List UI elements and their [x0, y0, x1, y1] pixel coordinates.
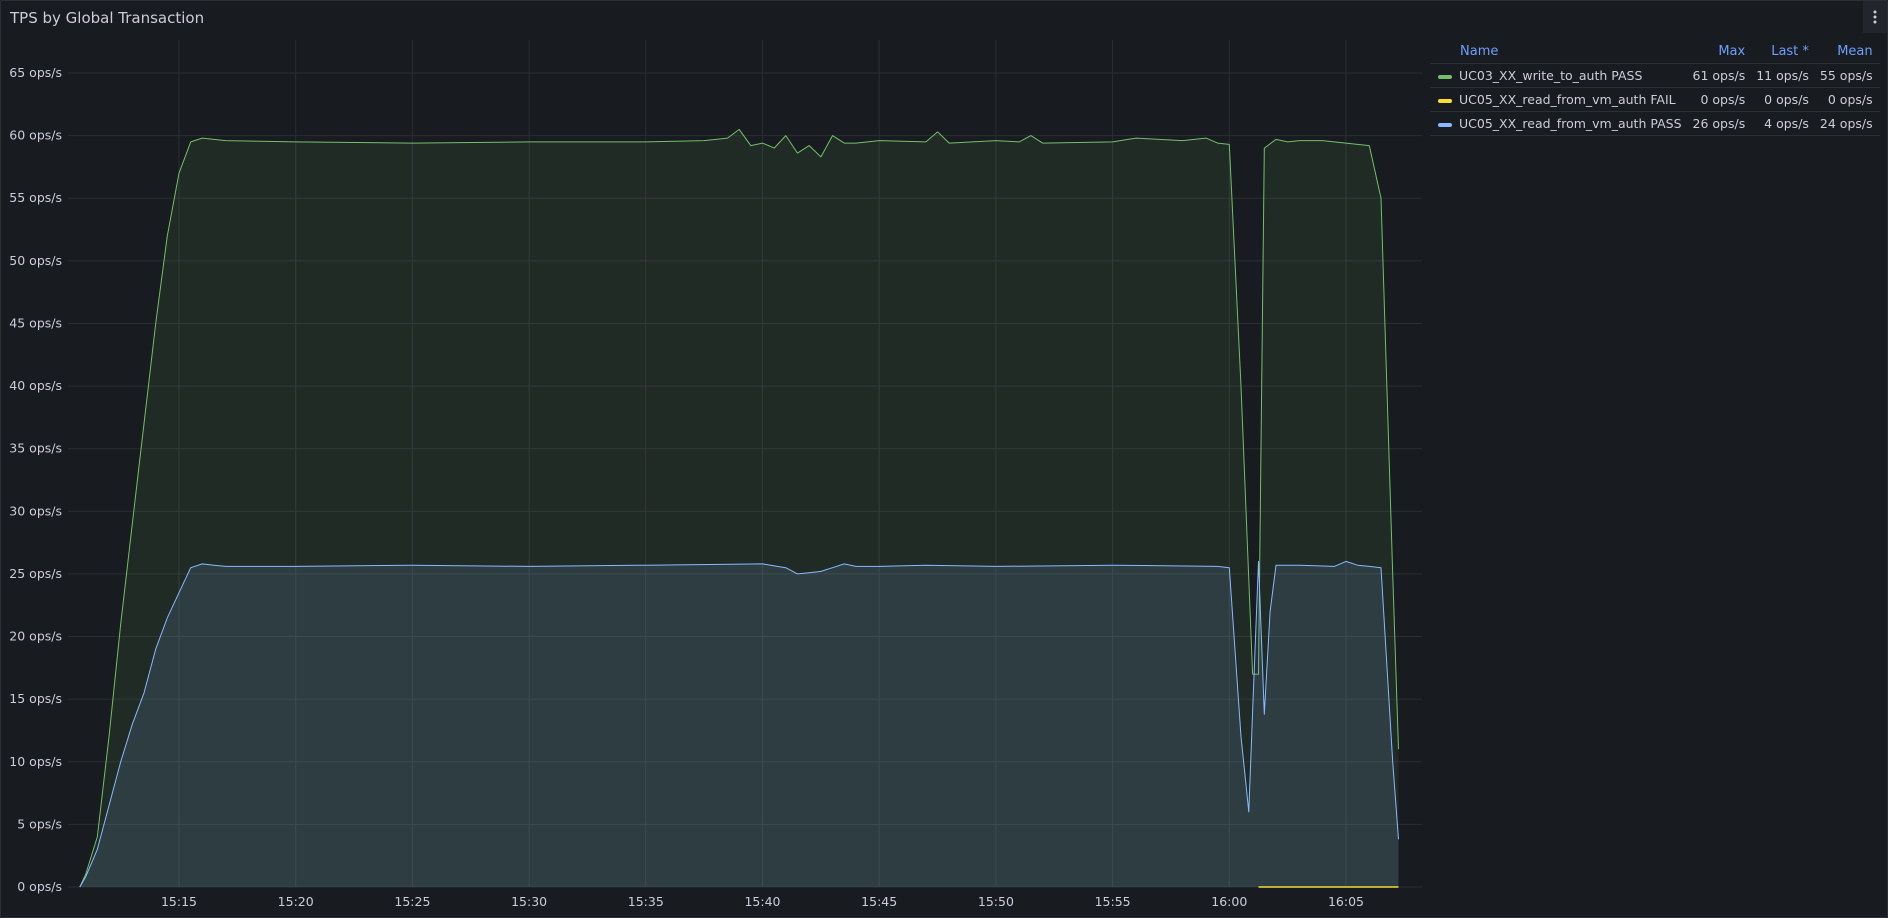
- x-tick-label: 15:35: [628, 894, 664, 909]
- x-tick-label: 15:15: [161, 894, 197, 909]
- x-tick-label: 15:30: [511, 894, 547, 909]
- x-tick-label: 15:25: [394, 894, 430, 909]
- legend-header-last[interactable]: Last *: [1752, 40, 1816, 64]
- x-tick-label: 15:50: [978, 894, 1014, 909]
- y-tick-label: 25 ops/s: [9, 566, 62, 581]
- y-tick-label: 40 ops/s: [9, 378, 62, 393]
- legend-row[interactable]: UC05_XX_read_from_vm_auth FAIL 0 ops/s 0…: [1430, 87, 1880, 112]
- x-tick-label: 16:05: [1328, 894, 1364, 909]
- legend-header-max[interactable]: Max: [1688, 40, 1753, 64]
- legend-max-value: 0 ops/s: [1688, 87, 1753, 112]
- legend-series-label: UC03_XX_write_to_auth PASS: [1459, 68, 1643, 83]
- series-area: [79, 561, 1399, 887]
- y-tick-label: 10 ops/s: [9, 754, 62, 769]
- y-tick-label: 20 ops/s: [9, 629, 62, 644]
- legend-series-name[interactable]: UC03_XX_write_to_auth PASS: [1430, 63, 1689, 88]
- time-series-chart[interactable]: 0 ops/s 5 ops/s 10 ops/s 15 ops/s 20 ops/s 25…: [0, 0, 1425, 918]
- x-tick-label: 15:40: [744, 894, 780, 909]
- legend-mean-value: 0 ops/s: [1815, 87, 1880, 112]
- y-tick-label: 55 ops/s: [9, 190, 62, 205]
- legend-table: Name Max Last * Mean UC03_XX_write_to_au…: [1430, 40, 1880, 136]
- legend-row[interactable]: UC05_XX_read_from_vm_auth PASS 26 ops/s …: [1430, 111, 1880, 136]
- legend-series-name[interactable]: UC05_XX_read_from_vm_auth PASS: [1430, 111, 1689, 136]
- legend-last-value: 11 ops/s: [1752, 63, 1816, 88]
- panel-menu-button[interactable]: [1863, 1, 1887, 33]
- kebab-menu-icon: [1873, 10, 1877, 24]
- y-tick-label: 50 ops/s: [9, 253, 62, 268]
- y-tick-label: 35 ops/s: [9, 441, 62, 456]
- legend: Name Max Last * Mean UC03_XX_write_to_au…: [1430, 40, 1880, 136]
- legend-mean-value: 24 ops/s: [1815, 111, 1880, 136]
- series-color-swatch: [1438, 74, 1452, 79]
- x-tick-label: 15:20: [278, 894, 314, 909]
- x-tick-label: 15:55: [1095, 894, 1131, 909]
- legend-row[interactable]: UC03_XX_write_to_auth PASS 61 ops/s 11 o…: [1430, 63, 1880, 88]
- x-tick-label: 16:00: [1211, 894, 1247, 909]
- series-color-swatch: [1438, 122, 1452, 127]
- y-tick-label: 60 ops/s: [9, 128, 62, 143]
- y-tick-label: 30 ops/s: [9, 503, 62, 518]
- legend-series-label: UC05_XX_read_from_vm_auth PASS: [1459, 116, 1682, 131]
- legend-max-value: 61 ops/s: [1688, 63, 1753, 88]
- legend-series-name[interactable]: UC05_XX_read_from_vm_auth FAIL: [1430, 87, 1689, 112]
- y-tick-label: 15 ops/s: [9, 691, 62, 706]
- legend-last-value: 0 ops/s: [1752, 87, 1816, 112]
- legend-series-label: UC05_XX_read_from_vm_auth FAIL: [1459, 92, 1676, 107]
- legend-header-name[interactable]: Name: [1430, 40, 1689, 64]
- legend-mean-value: 55 ops/s: [1815, 63, 1880, 88]
- legend-max-value: 26 ops/s: [1688, 111, 1753, 136]
- y-tick-label: 45 ops/s: [9, 315, 62, 330]
- series-color-swatch: [1438, 98, 1452, 103]
- y-tick-label: 0 ops/s: [17, 879, 62, 894]
- y-tick-label: 65 ops/s: [9, 65, 62, 80]
- y-tick-label: 5 ops/s: [17, 816, 62, 831]
- x-tick-label: 15:45: [861, 894, 897, 909]
- legend-last-value: 4 ops/s: [1752, 111, 1816, 136]
- legend-header-mean[interactable]: Mean: [1815, 40, 1880, 64]
